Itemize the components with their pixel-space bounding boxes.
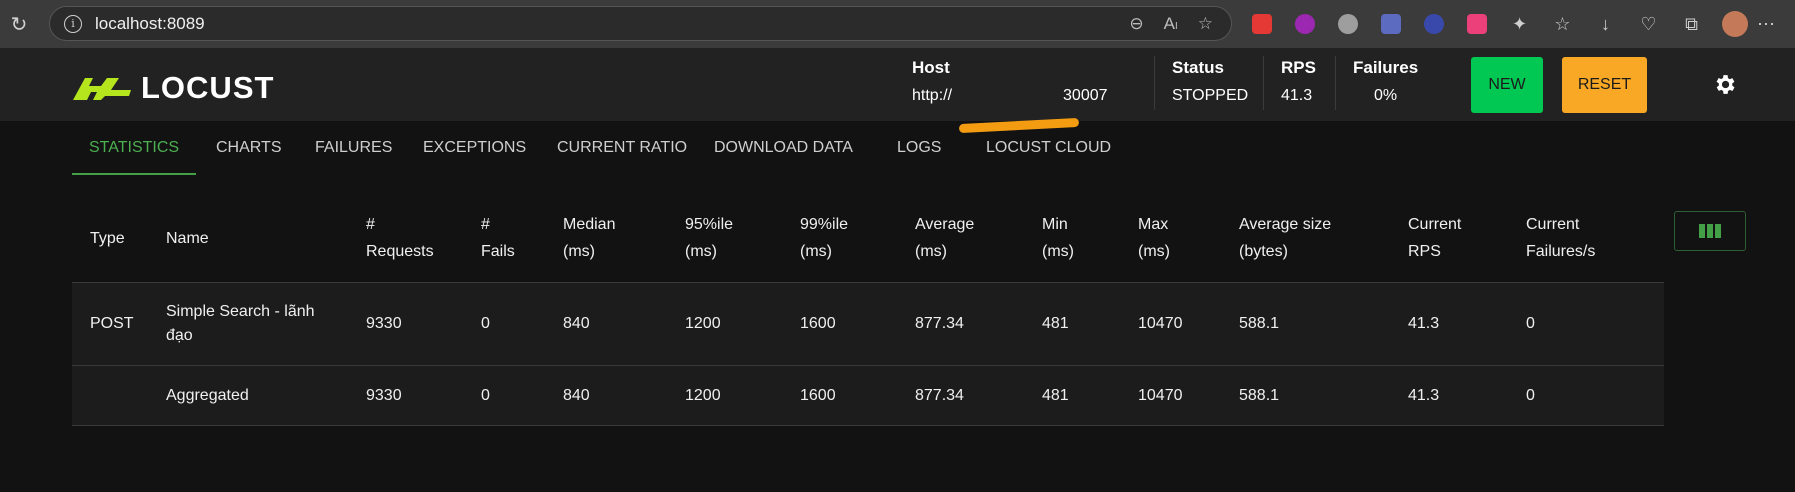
download-icon[interactable]: ↓ (1584, 0, 1627, 48)
tab-locust-cloud[interactable]: LOCUST CLOUD (986, 139, 1111, 157)
collections-icon[interactable]: ⧉ (1670, 0, 1713, 48)
zoom-icon[interactable]: ⊖ (1129, 14, 1143, 34)
table-header: Type Name # Requests # Fails Median (ms) 95… (72, 195, 1664, 283)
app-header: LOCUST Host http://30007 Status STOPPED … (0, 48, 1795, 134)
table-row: POST Simple Search - lãnh đạo 9330 0 840 … (72, 283, 1664, 366)
header-max: Max (ms) (1138, 216, 1170, 260)
profile-avatar[interactable] (1713, 0, 1756, 48)
failures-stat: Failures 0% (1353, 58, 1418, 105)
failures-label: Failures (1353, 58, 1419, 77)
read-aloud-icon[interactable]: Aₗ (1164, 14, 1178, 34)
rps-label: RPS (1281, 58, 1316, 77)
tab-logs[interactable]: LOGS (897, 139, 941, 157)
header-current-rps: Current RPS (1408, 216, 1462, 260)
header-99ile: 99%ile (ms) (800, 216, 849, 260)
site-info-icon[interactable]: i (64, 14, 82, 33)
status-label: Status (1172, 58, 1224, 77)
header-fails: # Fails (481, 216, 515, 260)
tab-charts[interactable]: CHARTS (216, 139, 282, 157)
header-name: Name (166, 230, 209, 247)
failures-value: 0% (1374, 87, 1398, 104)
extension-icon-5[interactable] (1412, 0, 1455, 48)
favorite-star-icon[interactable]: ☆ (1198, 14, 1213, 34)
statistics-table: Type Name # Requests # Fails Median (ms) 95… (72, 195, 1664, 426)
tab-exceptions[interactable]: EXCEPTIONS (423, 139, 526, 157)
locust-logo-icon (73, 78, 131, 100)
status-stat: Status STOPPED (1172, 58, 1248, 105)
tab-current-ratio[interactable]: CURRENT RATIO (557, 139, 687, 157)
row-name: Simple Search - lãnh đạo (166, 303, 315, 344)
extension-icon-3[interactable] (1326, 0, 1369, 48)
extension-icon-2[interactable] (1283, 0, 1326, 48)
view-columns-icon (1699, 224, 1721, 238)
extension-icon-6[interactable] (1455, 0, 1498, 48)
table-row-aggregated: Aggregated 9330 0 840 1200 1600 877.34 4… (72, 366, 1664, 426)
header-current-failures: Current Failures/s (1526, 216, 1596, 260)
address-bar[interactable]: i localhost:8089 ⊖ Aₗ ☆ (49, 6, 1232, 41)
header-median: Median (ms) (563, 216, 616, 260)
locust-logo: LOCUST (71, 70, 274, 106)
rps-stat: RPS 41.3 (1281, 58, 1316, 105)
url-text: localhost:8089 (95, 13, 205, 33)
reset-button[interactable]: RESET (1562, 57, 1647, 113)
browser-toolbar: ↻ i localhost:8089 ⊖ Aₗ ☆ ✦ ☆ ↓ ♡ ⧉ ⋯ (0, 0, 1795, 48)
settings-gear-icon[interactable] (1712, 72, 1737, 97)
reload-icon[interactable]: ↻ (0, 0, 38, 48)
header-type: Type (90, 230, 125, 247)
redaction-mark (958, 117, 1080, 134)
host-stat: Host http://30007 (912, 58, 1108, 134)
favorites-icon[interactable]: ☆ (1541, 0, 1584, 48)
header-average: Average (ms) (915, 216, 975, 260)
extension-icon-4[interactable] (1369, 0, 1412, 48)
host-value: http://30007 (912, 87, 1108, 134)
active-tab-indicator (72, 173, 196, 175)
status-value: STOPPED (1172, 87, 1249, 104)
tab-failures[interactable]: FAILURES (315, 139, 392, 157)
new-button[interactable]: NEW (1471, 57, 1543, 113)
logo-text: LOCUST (141, 70, 275, 105)
header-min: Min (ms) (1042, 216, 1074, 260)
puzzle-icon[interactable]: ✦ (1498, 0, 1541, 48)
header-requests: # Requests (366, 216, 434, 260)
tab-statistics[interactable]: STATISTICS (89, 139, 179, 157)
header-avg-size: Average size (bytes) (1239, 216, 1332, 260)
tab-download-data[interactable]: DOWNLOAD DATA (714, 139, 853, 157)
extension-icon-1[interactable] (1240, 0, 1283, 48)
health-icon[interactable]: ♡ (1627, 0, 1670, 48)
rps-value: 41.3 (1281, 87, 1313, 104)
host-label: Host (912, 58, 950, 77)
column-selector-button[interactable] (1674, 211, 1746, 251)
more-menu-icon[interactable]: ⋯ (1756, 0, 1776, 48)
row-name: Aggregated (166, 387, 249, 404)
extensions-area: ✦ ☆ ↓ ♡ ⧉ ⋯ (1240, 0, 1776, 48)
header-95ile: 95%ile (ms) (685, 216, 734, 260)
